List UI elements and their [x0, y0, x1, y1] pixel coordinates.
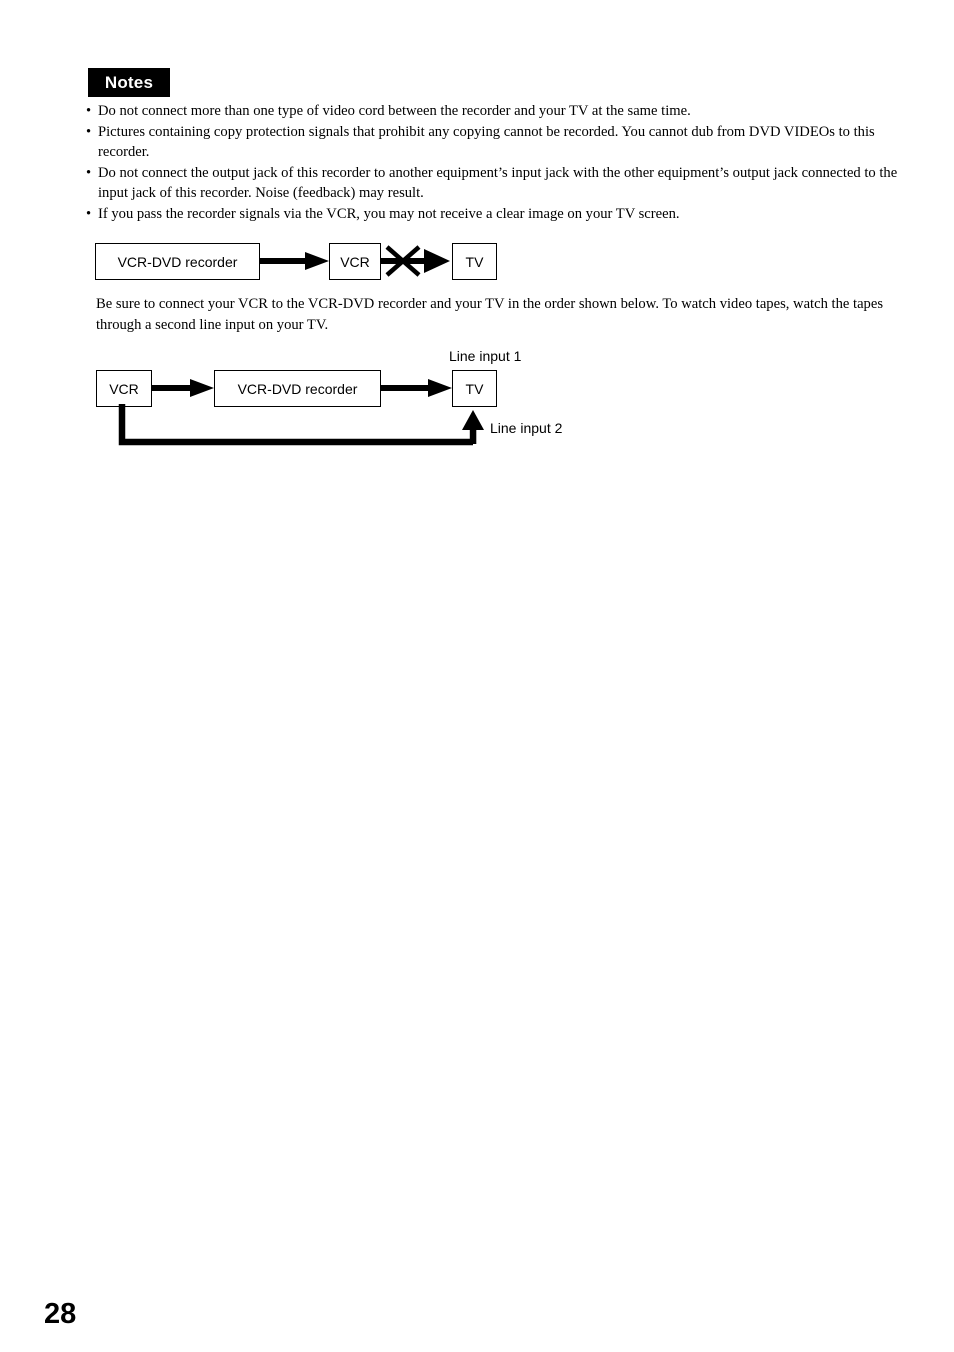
- list-item: • If you pass the recorder signals via t…: [86, 204, 898, 225]
- diagram2-box-vcr: VCR: [96, 370, 152, 407]
- diagram2-box-vcr-label: VCR: [109, 380, 139, 397]
- diagram1-arrow-recorder-to-vcr: [260, 252, 329, 270]
- list-item-text: Do not connect more than one type of vid…: [98, 103, 691, 119]
- bullet-icon: •: [86, 164, 92, 181]
- diagram1-box-vcr: VCR: [329, 243, 381, 280]
- instruction-paragraph: Be sure to connect your VCR to the VCR-D…: [96, 296, 883, 333]
- diagram1-arrow-vcr-to-tv-blocked: [381, 245, 450, 277]
- diagram2-box-tv: TV: [452, 370, 497, 407]
- bullet-icon: •: [86, 205, 92, 222]
- diagram1-box-vcr-dvd-recorder-label: VCR-DVD recorder: [117, 253, 238, 270]
- diagram2-line-input-1-label: Line input 1: [449, 348, 522, 364]
- diagram2-box-vcr-dvd-recorder-label: VCR-DVD recorder: [237, 380, 358, 397]
- list-item: • Do not connect the output jack of this…: [86, 163, 898, 204]
- bullet-icon: •: [86, 103, 92, 119]
- bullet-icon: •: [86, 123, 92, 140]
- diagram1-box-vcr-dvd-recorder: VCR-DVD recorder: [95, 243, 260, 280]
- diagram2-arrow-recorder-to-tv: [381, 379, 452, 397]
- diagram2-arrow-vcr-to-recorder: [152, 379, 214, 397]
- notes-bullet-list: • Do not connect more than one type of v…: [86, 101, 898, 225]
- list-item-text: Pictures containing copy protection sign…: [98, 123, 875, 161]
- diagram2-line-input-2-label: Line input 2: [490, 420, 563, 436]
- document-page: Notes • Do not connect more than one typ…: [0, 0, 954, 1352]
- diagram1-box-tv-label: TV: [465, 253, 484, 270]
- diagram2-loop-vcr-to-tv-line-input-2: [118, 404, 484, 446]
- diagram2-box-vcr-dvd-recorder: VCR-DVD recorder: [214, 370, 381, 407]
- list-item-text: If you pass the recorder signals via the…: [98, 205, 680, 222]
- notes-section-header: Notes: [88, 68, 170, 97]
- diagram2-box-tv-label: TV: [465, 380, 484, 397]
- list-item: • Pictures containing copy protection si…: [86, 122, 898, 163]
- list-item: • Do not connect more than one type of v…: [86, 101, 898, 122]
- diagram1-box-vcr-label: VCR: [340, 253, 370, 270]
- list-item-text: Do not connect the output jack of this r…: [98, 164, 898, 202]
- page-number: 28: [44, 1298, 77, 1330]
- diagram1-box-tv: TV: [452, 243, 497, 280]
